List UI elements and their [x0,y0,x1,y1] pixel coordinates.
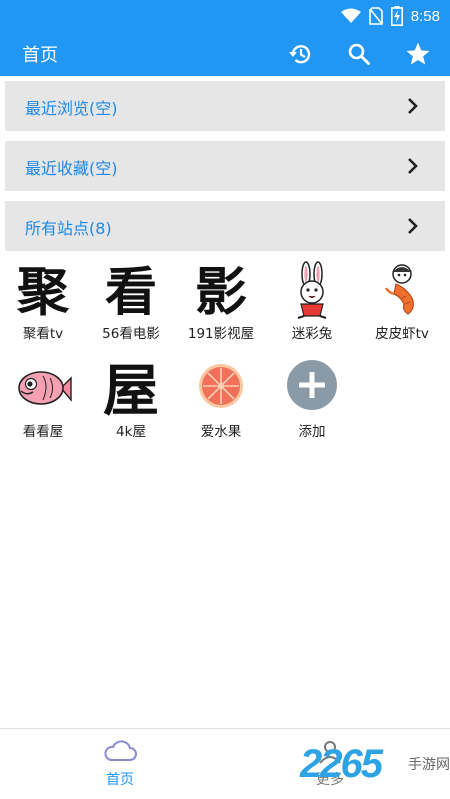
site-name: 56看电影 [102,326,160,342]
site-tile[interactable]: 看 56看电影 [88,260,174,350]
site-tile[interactable]: 看看屋 [0,358,86,448]
fish-icon [13,358,73,418]
site-logo-calligraphy: 看 [101,260,161,323]
site-logo-calligraphy: 屋 [101,358,161,424]
site-logo-calligraphy: 影 [191,260,251,323]
app-bar: 首页 [0,32,450,76]
history-icon [289,45,311,64]
watermark: 2265 手游网 [300,742,450,787]
watermark-logo: 2265 [300,742,383,786]
no-sim-icon [368,7,383,25]
search-icon [348,43,370,65]
site-name: 皮皮虾tv [375,326,429,342]
site-tile[interactable]: 迷彩兔 [269,260,355,350]
site-name: 看看屋 [22,424,64,440]
page-title: 首页 [22,45,58,66]
recent-browse-row[interactable]: 最近浏览(空) [5,81,445,131]
nav-home[interactable]: 首页 [60,737,180,797]
site-tile[interactable]: 屋 4k屋 [88,358,174,448]
add-site-label: 添加 [298,424,326,440]
site-tile[interactable]: 皮皮虾tv [359,260,445,350]
chevron-right-icon [408,218,418,234]
site-logo-glyph: 聚 [16,262,70,320]
add-site-button[interactable]: 添加 [269,358,355,448]
status-time: 8:58 [410,7,440,25]
plus-icon [282,358,342,418]
shrimp-icon [372,260,432,320]
search-button[interactable] [343,38,375,70]
bottom-nav: 首页 更多 [0,728,450,799]
battery-charging-icon [390,6,403,26]
star-icon [406,42,430,65]
site-tile[interactable]: 影 191影视屋 [178,260,264,350]
recent-browse-label: 最近浏览(空) [25,99,118,118]
site-name: 4k屋 [116,424,146,440]
watermark-text: 手游网 [408,756,450,772]
recent-favorites-label: 最近收藏(空) [25,159,118,178]
recent-favorites-row[interactable]: 最近收藏(空) [5,141,445,191]
site-logo-calligraphy: 聚 [13,260,73,323]
chevron-right-icon [408,98,418,114]
grapefruit-icon [191,358,251,418]
favorites-button[interactable] [402,38,434,70]
site-name: 191影视屋 [187,326,255,342]
rabbit-icon [282,260,342,320]
history-button[interactable] [284,38,316,70]
site-name: 爱水果 [200,424,242,440]
site-name: 聚看tv [22,326,64,342]
site-tile[interactable]: 爱水果 [178,358,264,448]
site-logo-glyph: 屋 [103,358,159,418]
all-sites-label: 所有站点(8) [25,219,112,238]
status-bar: 8:58 [0,0,450,32]
site-tile[interactable]: 聚 聚看tv [0,260,86,350]
chevron-right-icon [408,158,418,174]
site-logo-glyph: 影 [195,262,247,320]
site-name: 迷彩兔 [291,326,333,342]
wifi-icon [340,8,361,23]
nav-home-label: 首页 [106,772,134,788]
all-sites-row[interactable]: 所有站点(8) [5,201,445,251]
cloud-icon [104,740,137,761]
site-logo-glyph: 看 [105,262,157,320]
